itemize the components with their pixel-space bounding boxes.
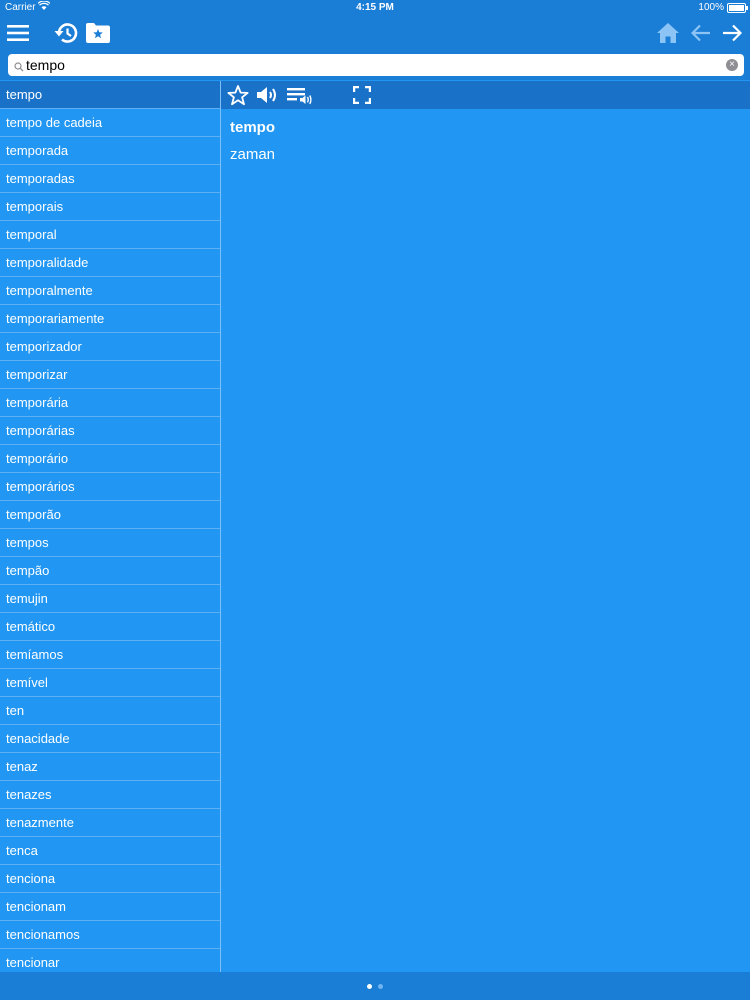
history-icon[interactable] [52,16,80,50]
list-item[interactable]: temíamos [0,641,220,669]
list-item[interactable]: tenaz [0,753,220,781]
entry-pane: tempo zaman [221,81,750,972]
list-item[interactable]: temporalmente [0,277,220,305]
list-item[interactable]: tencionamos [0,921,220,949]
list-item[interactable]: tempos [0,529,220,557]
entry-toolbar [221,81,750,109]
list-item[interactable]: temporada [0,137,220,165]
battery-percent: 100% [698,2,724,13]
list-item[interactable]: temático [0,613,220,641]
battery-icon [727,3,748,13]
list-item[interactable]: tencionar [0,949,220,972]
list-item[interactable]: temporão [0,501,220,529]
playlist-audio-icon[interactable] [286,83,314,107]
hamburger-icon[interactable] [4,16,32,50]
home-icon[interactable] [655,16,681,50]
top-toolbar [0,16,750,50]
page-dot[interactable] [378,984,383,989]
clear-icon[interactable]: × [726,59,738,71]
entry-headword: tempo [230,119,275,136]
list-item[interactable]: temporárias [0,417,220,445]
page-indicator [0,972,750,1000]
search-icon [14,59,24,77]
list-item[interactable]: temporários [0,473,220,501]
list-item[interactable]: tenazes [0,781,220,809]
arrow-left-icon[interactable] [689,16,713,50]
list-item[interactable]: tenacidade [0,725,220,753]
list-item[interactable]: temporal [0,221,220,249]
list-item[interactable]: tenca [0,837,220,865]
list-item[interactable]: tenciona [0,865,220,893]
list-item[interactable]: tenazmente [0,809,220,837]
list-item[interactable]: tempo [0,81,220,109]
search-input[interactable] [26,55,716,75]
list-item[interactable]: temporário [0,445,220,473]
search-field[interactable]: × [8,54,744,76]
list-item[interactable]: tencionam [0,893,220,921]
list-item[interactable]: temporária [0,389,220,417]
star-folder-icon[interactable] [84,16,112,50]
list-item[interactable]: ten [0,697,220,725]
list-item[interactable]: temporais [0,193,220,221]
list-item[interactable]: temporizar [0,361,220,389]
clock: 4:15 PM [356,2,394,13]
page-dot-active[interactable] [367,984,372,989]
list-item[interactable]: tempo de cadeia [0,109,220,137]
list-item[interactable]: tempão [0,557,220,585]
list-item[interactable]: temujin [0,585,220,613]
list-item[interactable]: temporadas [0,165,220,193]
star-outline-icon[interactable] [226,83,250,107]
speaker-icon[interactable] [255,83,281,107]
fullscreen-icon[interactable] [350,83,374,107]
list-item[interactable]: temporalidade [0,249,220,277]
status-bar: Carrier 4:15 PM 100% [0,0,750,16]
list-item[interactable]: temível [0,669,220,697]
word-list: tempo tempo de cadeia temporada temporad… [0,81,221,972]
list-item[interactable]: temporizador [0,333,220,361]
arrow-right-icon[interactable] [720,16,744,50]
search-bar: × [0,50,750,80]
entry-translation: zaman [230,146,276,163]
list-item[interactable]: temporariamente [0,305,220,333]
